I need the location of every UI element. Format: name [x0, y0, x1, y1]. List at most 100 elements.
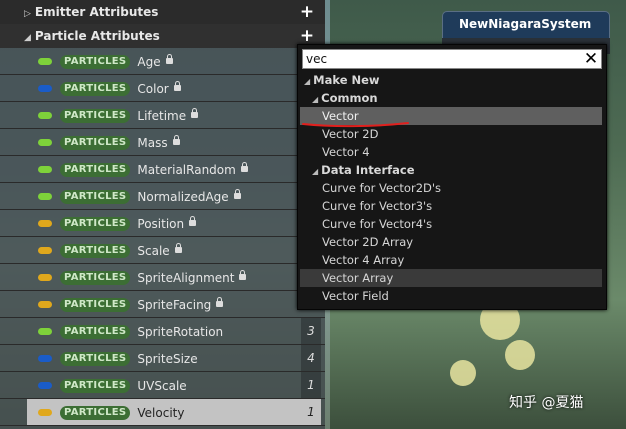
attribute-name: Age [137, 54, 161, 69]
triangle-icon: ◢ [24, 33, 31, 43]
attribute-row[interactable]: PARTICLES MaterialRandom [27, 156, 321, 183]
usage-count: 1 [301, 372, 321, 399]
emitter-attributes-header[interactable]: ▷ Emitter Attributes + [0, 0, 325, 24]
attribute-name: SpriteSize [137, 351, 198, 366]
attribute-row[interactable]: PARTICLES SpriteAlignment [27, 264, 321, 291]
lock-icon [172, 134, 180, 145]
lock-icon [239, 269, 247, 280]
flower-decoration [505, 340, 535, 370]
namespace-pill: PARTICLES [60, 324, 131, 339]
type-color-icon [38, 220, 52, 227]
menu-category[interactable]: ◢ Make New [300, 71, 602, 89]
plus-icon[interactable]: + [299, 28, 315, 45]
attribute-name: MaterialRandom [137, 162, 236, 177]
namespace-pill: PARTICLES [60, 81, 131, 96]
menu-item[interactable]: Curve for Vector3's [300, 197, 602, 215]
lock-icon [240, 161, 248, 172]
attribute-row[interactable]: PARTICLES Velocity [27, 399, 321, 426]
lock-icon [189, 215, 197, 226]
attribute-row[interactable]: PARTICLES Color [27, 75, 321, 102]
attribute-name: UVScale [137, 378, 187, 393]
namespace-pill: PARTICLES [60, 270, 131, 285]
namespace-pill: PARTICLES [60, 108, 131, 123]
lock-icon [173, 80, 181, 91]
attribute-name: Color [137, 81, 169, 96]
type-color-icon [38, 301, 52, 308]
attribute-name: Position [137, 216, 185, 231]
type-color-icon [38, 409, 52, 416]
watermark: 知乎 @夏猫 [509, 395, 584, 411]
menu-item-label: Vector 4 Array [322, 253, 405, 267]
type-color-icon [38, 112, 52, 119]
menu-item[interactable]: Vector 2D Array [300, 233, 602, 251]
menu-item-label: Vector Field [322, 289, 389, 303]
attribute-row[interactable]: PARTICLES Lifetime [27, 102, 321, 129]
type-color-icon [38, 355, 52, 362]
menu-item-label: Vector 2D [322, 127, 379, 141]
menu-item-label: Curve for Vector3's [322, 199, 433, 213]
namespace-pill: PARTICLES [60, 216, 131, 231]
namespace-pill: PARTICLES [60, 297, 131, 312]
section-label: Emitter Attributes [34, 5, 159, 19]
namespace-pill: PARTICLES [60, 189, 131, 204]
namespace-pill: PARTICLES [60, 135, 131, 150]
search-field[interactable]: ✕ [302, 49, 602, 69]
attribute-name: SpriteRotation [137, 324, 224, 339]
usage-count: 1 [301, 399, 321, 426]
attribute-row[interactable]: PARTICLES Position [27, 210, 321, 237]
attribute-row[interactable]: PARTICLES SpriteSize [27, 345, 321, 372]
attribute-row[interactable]: PARTICLES NormalizedAge [27, 183, 321, 210]
usage-count: 3 [301, 318, 321, 345]
particle-attributes-header[interactable]: ◢ Particle Attributes + [0, 24, 325, 48]
type-color-icon [38, 274, 52, 281]
section-label: Particle Attributes [34, 29, 160, 43]
lock-icon [233, 188, 241, 199]
attribute-row[interactable]: PARTICLES Age [27, 48, 321, 75]
plus-icon[interactable]: + [299, 4, 315, 21]
menu-category[interactable]: ◢ Data Interface [300, 161, 602, 179]
menu-item-label: Make New [313, 73, 380, 87]
namespace-pill: PARTICLES [60, 405, 131, 420]
triangle-icon: ▷ [24, 9, 31, 19]
lock-icon [165, 53, 173, 64]
menu-category[interactable]: ◢ Common [300, 89, 602, 107]
attribute-row[interactable]: PARTICLES Scale [27, 237, 321, 264]
lock-icon [216, 296, 224, 307]
attribute-row[interactable]: PARTICLES Mass [27, 129, 321, 156]
menu-item-label: Vector Array [322, 271, 394, 285]
type-color-icon [38, 382, 52, 389]
node-title-label: NewNiagaraSystem [459, 17, 592, 31]
namespace-pill: PARTICLES [60, 243, 131, 258]
search-input[interactable] [306, 52, 576, 66]
type-color-icon [38, 247, 52, 254]
flower-decoration [450, 360, 476, 386]
namespace-pill: PARTICLES [60, 378, 131, 393]
menu-item[interactable]: Curve for Vector2D's [300, 179, 602, 197]
usage-count: 4 [301, 345, 321, 372]
menu-item[interactable]: Vector Array [300, 269, 602, 287]
menu-item-label: Curve for Vector4's [322, 217, 433, 231]
attribute-row[interactable]: PARTICLES SpriteRotation [27, 318, 321, 345]
namespace-pill: PARTICLES [60, 54, 131, 69]
type-picker-popup: ✕ ◢Make New◢Common Vector Vector 2D Vector … [297, 44, 607, 310]
menu-item[interactable]: Vector 4 Array [300, 251, 602, 269]
menu-item[interactable]: Curve for Vector4's [300, 215, 602, 233]
menu-item[interactable]: Vector Field [300, 287, 602, 305]
menu-item-label: Common [321, 91, 378, 105]
attribute-name: NormalizedAge [137, 189, 229, 204]
menu-item-label: Vector 4 [322, 145, 370, 159]
attribute-name: Scale [137, 243, 170, 258]
menu-item-label: Data Interface [321, 163, 415, 177]
lock-icon [191, 107, 199, 118]
menu-item[interactable]: Vector 4 [300, 143, 602, 161]
row-divider [0, 425, 325, 426]
attribute-row[interactable]: PARTICLES SpriteFacing [27, 291, 321, 318]
close-icon[interactable]: ✕ [583, 50, 599, 68]
node-title[interactable]: NewNiagaraSystem [442, 11, 610, 39]
type-color-icon [38, 193, 52, 200]
namespace-pill: PARTICLES [60, 351, 131, 366]
attribute-name: SpriteAlignment [137, 270, 235, 285]
red-underline-annotation [302, 122, 409, 128]
namespace-pill: PARTICLES [60, 162, 131, 177]
attribute-row[interactable]: PARTICLES UVScale [27, 372, 321, 399]
